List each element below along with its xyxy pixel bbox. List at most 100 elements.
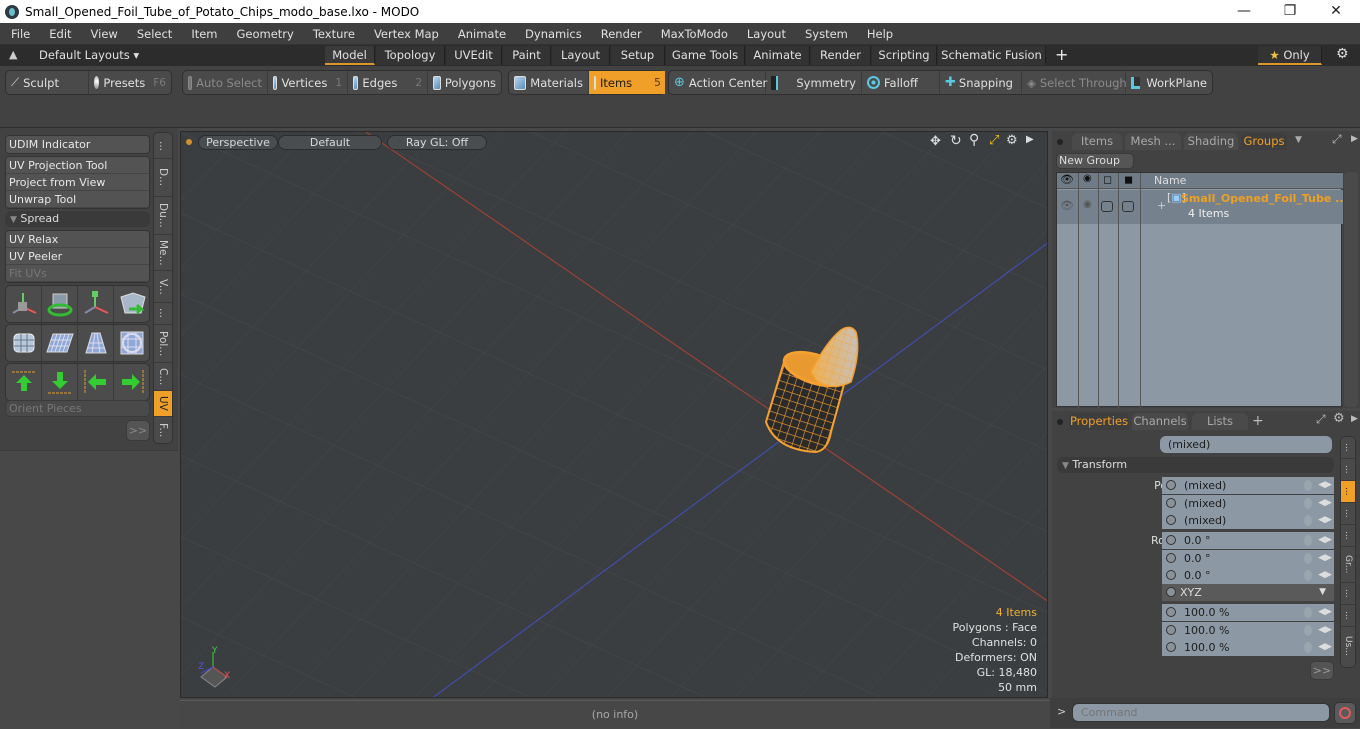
side-tab-us[interactable]: Us... (1341, 627, 1355, 665)
vtab-0[interactable]: ... (154, 135, 172, 159)
uv-flip-button[interactable] (114, 286, 149, 322)
tab-channels[interactable]: Channels (1132, 413, 1188, 430)
position-z-key-icon[interactable] (1166, 515, 1176, 525)
vertices-button[interactable]: Vertices 1 (268, 71, 348, 94)
scale-z-reset-icon[interactable] (1304, 642, 1312, 653)
action-center-button[interactable]: ⊕ Action Center (669, 71, 767, 94)
uv-projection-tool-button[interactable]: UV Projection Tool (6, 157, 149, 174)
orient-pieces-button[interactable]: Orient Pieces (5, 400, 150, 417)
vtab-5[interactable]: ... (154, 303, 172, 325)
rotation-z-key-icon[interactable] (1166, 570, 1176, 580)
name-field[interactable]: (mixed) (1160, 436, 1332, 453)
menu-animate[interactable]: Animate (447, 27, 514, 41)
select-cube-icon[interactable]: ◼ (1124, 173, 1133, 186)
properties-gear-icon[interactable]: ⚙ (1333, 411, 1345, 426)
vtab-c[interactable]: C... (154, 363, 172, 391)
transform-section-header[interactable]: ▼ Transform (1057, 457, 1334, 473)
uv-scale-button[interactable] (78, 286, 114, 322)
symmetry-button[interactable]: Symmetry (766, 71, 862, 94)
more-tools-button[interactable]: >> (126, 420, 150, 441)
order-dropdown[interactable]: XYZ ▼ (1162, 584, 1334, 601)
align-bottom-button[interactable] (42, 364, 78, 400)
vtab-me[interactable]: Me... (154, 235, 172, 271)
edges-button[interactable]: Edges 2 (348, 71, 428, 94)
tab-paint[interactable]: Paint (503, 46, 551, 65)
more-properties-button[interactable]: >> (1310, 661, 1334, 680)
tab-uvedit[interactable]: UVEdit (446, 46, 502, 65)
menu-texture[interactable]: Texture (302, 27, 363, 41)
tab-render[interactable]: Render (811, 46, 871, 65)
vtab-du[interactable]: Du... (154, 197, 172, 235)
snapping-button[interactable]: ✚ Snapping (940, 71, 1022, 94)
properties-menu-arrow-icon[interactable]: ▶ (1351, 414, 1358, 424)
rotation-x-reset-icon[interactable] (1304, 535, 1312, 546)
side-tab-1[interactable]: ... (1341, 459, 1355, 481)
position-x-stepper-icon[interactable]: ◀▶ (1318, 477, 1332, 494)
menu-layout[interactable]: Layout (736, 27, 794, 41)
groups-scrollbar[interactable] (1344, 172, 1358, 407)
viewport-options-dot-icon[interactable] (186, 139, 192, 145)
polygons-button[interactable]: Polygons (428, 71, 501, 94)
menu-item[interactable]: Item (180, 27, 225, 41)
row-render-icon[interactable]: ◉ (1083, 199, 1092, 210)
side-tab-0[interactable]: ... (1341, 437, 1355, 459)
viewport-settings-gear-icon[interactable]: ⚙ (1006, 133, 1018, 148)
rotation-y-key-icon[interactable] (1166, 553, 1176, 563)
position-x-key-icon[interactable] (1166, 480, 1176, 490)
uv-relax-button[interactable]: UV Relax (6, 231, 149, 248)
tab-layout[interactable]: Layout (552, 46, 610, 65)
pan-icon[interactable]: ✥ (930, 134, 941, 149)
unwrap-tool-button[interactable]: Unwrap Tool (6, 191, 149, 208)
tab-lists[interactable]: Lists (1192, 413, 1248, 430)
uv-box-project-button[interactable] (6, 325, 42, 361)
sculpt-button[interactable]: ⟋ Sculpt (6, 71, 89, 94)
scale-x-stepper-icon[interactable]: ◀▶ (1318, 604, 1332, 621)
spread-section-header[interactable]: ▼ Spread (5, 211, 150, 227)
side-tab-gr[interactable]: Gr... (1341, 547, 1355, 583)
view-type-dropdown[interactable]: Perspective (198, 135, 278, 150)
panel-options-dot-icon[interactable] (1057, 139, 1063, 145)
menu-vertex-map[interactable]: Vertex Map (363, 27, 447, 41)
uv-planar-button[interactable] (42, 325, 78, 361)
rotation-y-stepper-icon[interactable]: ◀▶ (1318, 550, 1332, 567)
properties-options-dot-icon[interactable] (1057, 419, 1063, 425)
close-button[interactable]: ✕ (1313, 0, 1359, 23)
side-tab-6[interactable]: ... (1341, 583, 1355, 605)
align-right-button[interactable] (114, 364, 149, 400)
rotation-z-reset-icon[interactable] (1304, 570, 1312, 581)
scale-y-reset-icon[interactable] (1304, 625, 1312, 636)
expand-group-icon[interactable]: + (1157, 199, 1166, 212)
tab-shading[interactable]: Shading (1184, 133, 1238, 150)
materials-button[interactable]: Materials (509, 71, 589, 94)
ray-gl-toggle[interactable]: Ray GL: Off (387, 135, 487, 150)
vtab-v[interactable]: V... (154, 271, 172, 303)
side-tab-2-active[interactable]: ... (1341, 481, 1355, 503)
menu-dynamics[interactable]: Dynamics (514, 27, 590, 41)
viewport-expand-arrow-icon[interactable]: ▶ (1026, 134, 1034, 145)
scale-x-key-icon[interactable] (1166, 607, 1176, 617)
add-properties-tab-button[interactable]: + (1252, 413, 1264, 429)
presets-button[interactable]: Presets F6 (89, 71, 171, 94)
fit-uvs-button[interactable]: Fit UVs (6, 265, 149, 282)
position-z-reset-icon[interactable] (1304, 515, 1312, 526)
minimize-button[interactable]: — (1221, 0, 1267, 23)
layouts-dropdown[interactable]: Default Layouts ▾ (39, 48, 139, 62)
vtab-f[interactable]: F... (154, 417, 172, 443)
new-group-button[interactable]: New Group (1056, 153, 1134, 169)
scale-y-key-icon[interactable] (1166, 625, 1176, 635)
render-camera-icon[interactable]: ◉ (1083, 173, 1092, 184)
uv-peeler-button[interactable]: UV Peeler (6, 248, 149, 265)
settings-gear-icon[interactable]: ⚙ (1336, 46, 1349, 62)
lock-cube-icon[interactable]: ◻ (1103, 173, 1112, 186)
row-select-checkbox[interactable] (1122, 201, 1134, 212)
row-visibility-icon[interactable]: 👁 (1060, 199, 1074, 212)
items-button[interactable]: Items 5 (589, 71, 665, 94)
scale-z-key-icon[interactable] (1166, 642, 1176, 652)
side-tab-7[interactable]: ... (1341, 605, 1355, 627)
scale-x-reset-icon[interactable] (1304, 607, 1312, 618)
rotation-z-stepper-icon[interactable]: ◀▶ (1318, 567, 1332, 584)
select-through-button[interactable]: ◈ Select Through (1022, 71, 1127, 94)
command-history-button[interactable] (1334, 702, 1356, 724)
fit-view-icon[interactable]: ⤢ (989, 133, 999, 148)
menu-file[interactable]: File (0, 27, 38, 41)
